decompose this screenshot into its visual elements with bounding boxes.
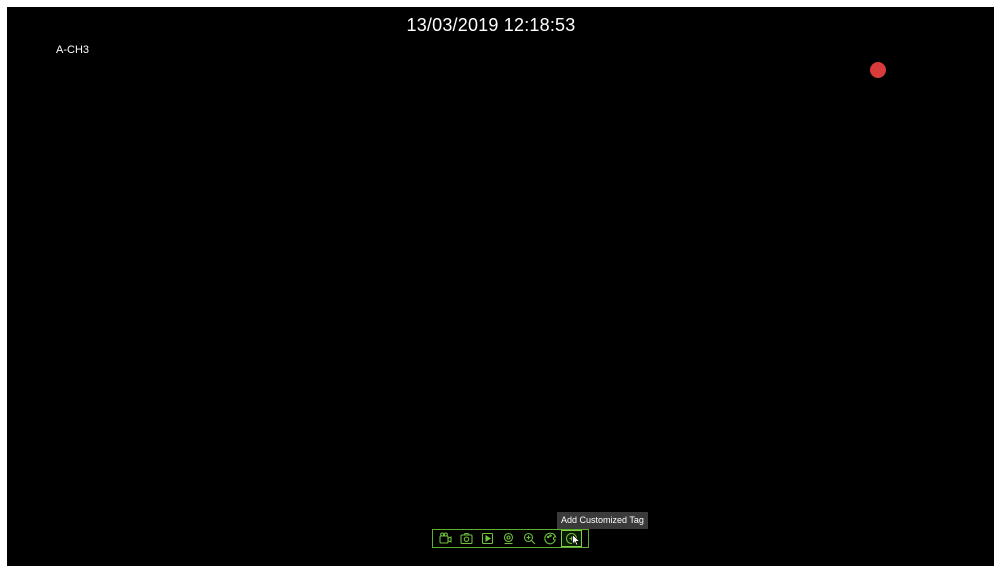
tooltip: Add Customized Tag bbox=[557, 512, 648, 529]
live-view-screen: 13/03/2019 12:18:53 A-CH3 Add Customized… bbox=[7, 7, 994, 566]
color-adjust-icon bbox=[544, 532, 557, 545]
ptz-button[interactable] bbox=[498, 530, 519, 547]
zoom-button[interactable] bbox=[519, 530, 540, 547]
channel-label: A-CH3 bbox=[56, 44, 90, 56]
zoom-icon bbox=[523, 532, 536, 545]
snapshot-icon bbox=[460, 532, 473, 545]
color-adjust-button[interactable] bbox=[540, 530, 561, 547]
playback-button[interactable] bbox=[477, 530, 498, 547]
playback-icon bbox=[481, 532, 494, 545]
snapshot-button[interactable] bbox=[456, 530, 477, 547]
timestamp-overlay: 13/03/2019 12:18:53 bbox=[406, 15, 576, 35]
recording-indicator-icon bbox=[870, 62, 886, 78]
ptz-icon bbox=[503, 532, 514, 545]
mouse-cursor-icon bbox=[572, 534, 580, 546]
record-button[interactable] bbox=[435, 530, 456, 547]
quick-toolbar bbox=[432, 529, 589, 548]
record-icon bbox=[439, 532, 452, 544]
